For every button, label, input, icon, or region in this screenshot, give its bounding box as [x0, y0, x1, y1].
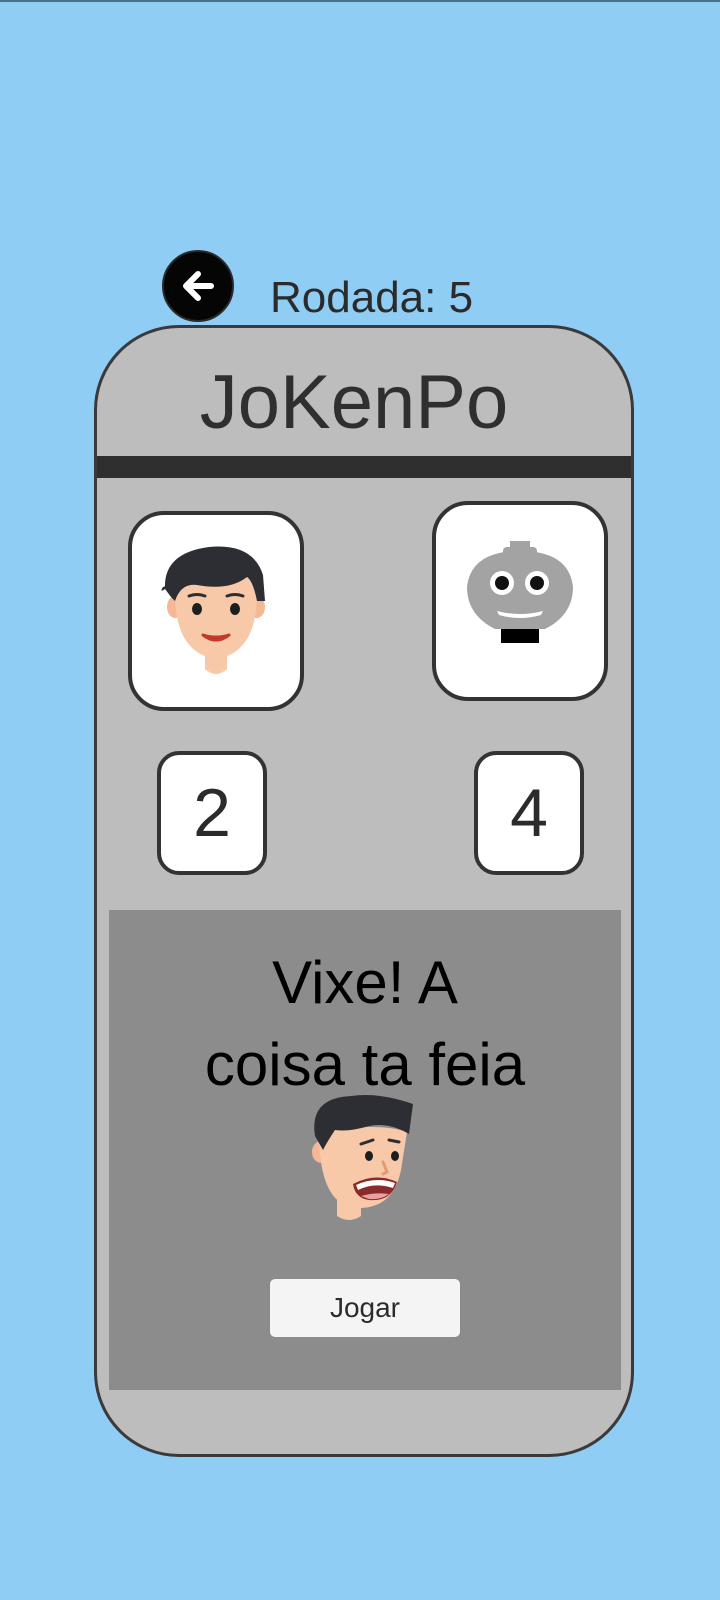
- top-edge-line: [0, 0, 720, 2]
- player-score: 2: [157, 751, 267, 875]
- computer-score: 4: [474, 751, 584, 875]
- result-message-line-2: coisa ta feia: [204, 1031, 526, 1098]
- result-panel: Vixe! A coisa ta feia Jogar: [109, 910, 621, 1390]
- player-avatar-icon: [161, 546, 265, 674]
- result-message: Vixe! A coisa ta feia: [109, 942, 621, 1106]
- robot-avatar-icon: [467, 541, 573, 643]
- player-card: [128, 511, 304, 711]
- play-button[interactable]: Jogar: [269, 1278, 461, 1338]
- back-button[interactable]: [162, 250, 234, 322]
- game-board: JoKenPo 2 4 Vixe! A coisa ta feia Jogar: [94, 325, 634, 1457]
- title-divider: [97, 456, 631, 478]
- game-title: JoKenPo: [199, 360, 509, 445]
- round-counter: Rodada: 5: [270, 273, 474, 322]
- result-message-line-1: Vixe! A: [272, 949, 458, 1016]
- computer-card: [432, 501, 608, 701]
- arrow-left-icon: [183, 271, 214, 301]
- scared-face-icon: [312, 1095, 413, 1220]
